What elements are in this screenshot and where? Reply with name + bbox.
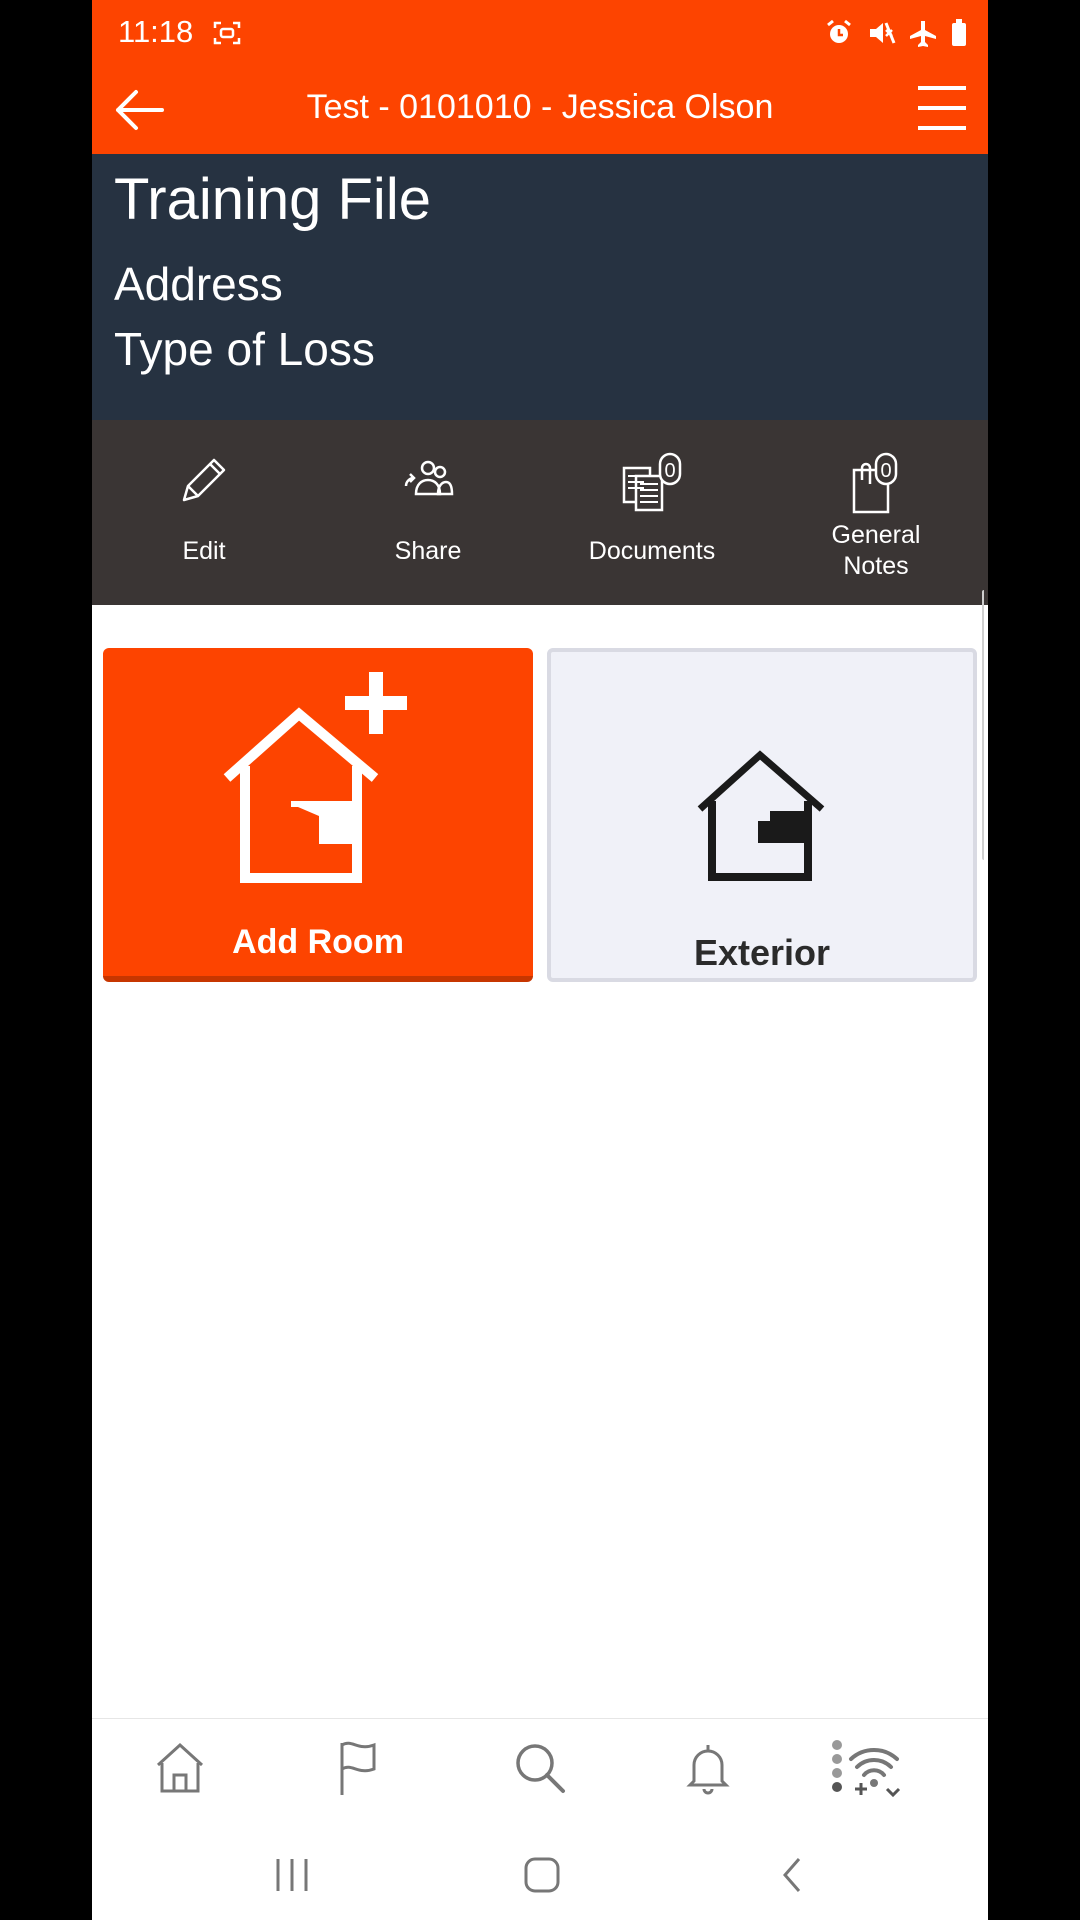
app-screen: 11:18 Test - 0101010 - Jessica Olson Tra… (92, 0, 988, 1920)
menu-button[interactable] (914, 80, 970, 136)
documents-badge: 0 (664, 460, 675, 482)
file-info-panel: Training File Address Type of Loss (92, 154, 988, 420)
exterior-label: Exterior (693, 932, 831, 973)
action-bar: Edit Share 0 Documents 0 General Notes (92, 420, 988, 605)
general-notes-label: General Notes (831, 521, 921, 580)
documents-button[interactable]: 0 Documents (540, 420, 764, 605)
status-bar: 11:18 (92, 0, 988, 66)
documents-label: Documents (588, 537, 716, 565)
wifi-sync-icon (832, 1740, 901, 1798)
recents-button[interactable] (262, 1850, 322, 1900)
bell-icon (686, 1745, 730, 1795)
recents-icon (276, 1859, 308, 1891)
notes-icon: 0 (852, 452, 898, 514)
system-navigation-bar (92, 1820, 988, 1920)
notes-badge: 0 (880, 460, 891, 482)
flag-icon (340, 1741, 376, 1795)
status-icons (824, 18, 968, 53)
back-button[interactable] (110, 82, 170, 138)
tab-flag[interactable] (320, 1737, 400, 1807)
documents-icon: 0 (622, 452, 682, 512)
mute-icon (866, 18, 896, 53)
screen-record-icon (212, 20, 242, 51)
app-header: Test - 0101010 - Jessica Olson (92, 66, 988, 154)
file-title: Training File (114, 167, 431, 232)
share-label: Share (394, 537, 462, 565)
general-notes-button[interactable]: 0 General Notes (764, 420, 988, 605)
home-nav-button[interactable] (512, 1850, 572, 1900)
airplane-mode-icon (908, 18, 938, 53)
edit-button[interactable]: Edit (92, 420, 316, 605)
back-nav-button[interactable] (762, 1850, 822, 1900)
home-icon (156, 1742, 204, 1793)
alarm-icon (824, 18, 854, 53)
pencil-icon (182, 458, 226, 502)
share-people-icon (404, 460, 454, 496)
edit-label: Edit (182, 537, 226, 565)
house-icon (697, 750, 825, 881)
search-icon (516, 1744, 565, 1793)
back-chevron-icon (783, 1858, 801, 1892)
status-time: 11:18 (118, 14, 194, 49)
exterior-tile[interactable]: Exterior (547, 648, 977, 982)
bottom-tab-bar (92, 1718, 988, 1819)
hamburger-menu-icon (918, 86, 966, 130)
scrollbar[interactable] (982, 590, 988, 860)
file-address: Address (114, 258, 283, 310)
add-room-tile[interactable]: Add Room (103, 648, 533, 982)
add-room-icon (223, 672, 407, 883)
header-title: Test - 0101010 - Jessica Olson (306, 88, 774, 126)
add-room-label: Add Room (232, 923, 404, 961)
battery-icon (950, 18, 968, 53)
file-type-of-loss: Type of Loss (114, 323, 375, 375)
arrow-left-icon (116, 90, 164, 130)
tab-sync-status[interactable] (822, 1737, 922, 1807)
tab-home[interactable] (140, 1737, 220, 1807)
home-circle-icon (524, 1857, 560, 1893)
share-button[interactable]: Share (316, 420, 540, 605)
tab-notifications[interactable] (668, 1737, 748, 1807)
tab-search[interactable] (499, 1737, 579, 1807)
